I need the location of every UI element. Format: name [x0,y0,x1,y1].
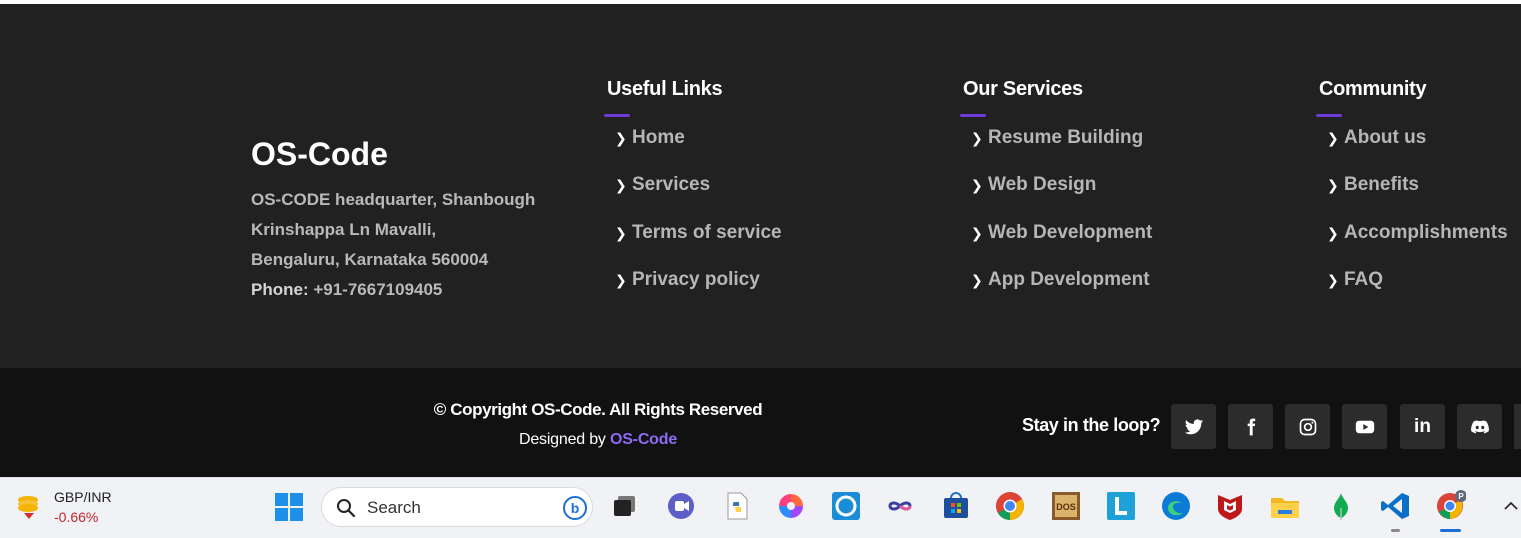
infinity-app-icon[interactable] [884,490,916,522]
app-swirl-icon[interactable] [775,490,807,522]
footer-link-about-us[interactable]: ❯ About us [1327,127,1426,149]
designed-by-link[interactable]: OS-Code [610,431,677,448]
chevron-right-icon: ❯ [1327,129,1339,146]
chevron-right-icon: ❯ [1327,176,1339,193]
file-explorer-icon[interactable] [1269,490,1301,522]
youtube-icon [1355,420,1374,433]
footer-main [0,4,1521,368]
column-title: Useful Links [603,78,723,117]
task-view-icon[interactable] [609,490,641,522]
svg-text:P: P [1458,492,1464,501]
twitter-button[interactable] [1171,404,1216,449]
footer-column-our-services: Our Services ❯ Resume Building ❯ Web Desig… [960,78,1152,290]
svg-text:b: b [571,500,580,516]
alexa-icon[interactable] [830,490,862,522]
facebook-button[interactable] [1228,404,1273,449]
chevron-right-icon: ❯ [1327,271,1339,288]
chevron-right-icon: ❯ [971,129,983,146]
column-title: Community [1315,78,1427,117]
footer-address: OS-CODE headquarter, Shanbough Krinshapp… [251,185,571,305]
stay-in-loop-label: Stay in the loop? [1022,415,1161,435]
linkedin-button[interactable]: in [1400,404,1445,449]
bing-chat-icon[interactable]: b [562,495,588,521]
chevron-right-icon: ❯ [1327,224,1339,241]
chevron-right-icon: ❯ [971,176,983,193]
ticker-name: GBP/INR [54,489,112,505]
chrome-icon[interactable] [994,490,1026,522]
footer-column-community: Community ❯ About us ❯ Benefits ❯ Accomplis… [1315,78,1508,290]
chevron-right-icon: ❯ [615,176,627,193]
footer-link-resume-building[interactable]: ❯ Resume Building [971,127,1143,149]
python-file-icon[interactable] [721,490,753,522]
discord-icon [1470,419,1489,433]
address-line: Krinshappa Ln Mavalli, [251,220,437,239]
phone-label: Phone: [251,280,309,299]
dosbox-icon[interactable]: DOS [1050,490,1082,522]
chrome-active-indicator [1440,529,1461,532]
mongodb-icon[interactable] [1325,490,1357,522]
edge-icon[interactable] [1160,490,1192,522]
youtube-button[interactable] [1342,404,1387,449]
instagram-icon [1299,418,1316,435]
chevron-right-icon: ❯ [615,271,627,288]
linkedin-icon: in [1414,415,1431,437]
facebook-icon [1247,418,1255,435]
copyright-text: © Copyright OS-Code. All Rights Reserved [433,400,763,419]
discord-button[interactable] [1457,404,1502,449]
footer-link-web-development[interactable]: ❯ Web Development [971,222,1152,244]
l-app-icon[interactable] [1105,490,1137,522]
mcafee-icon[interactable] [1214,490,1246,522]
instagram-button[interactable] [1285,404,1330,449]
show-hidden-icons-chevron-up-icon[interactable] [1503,498,1519,514]
footer-link-home[interactable]: ❯ Home [615,127,685,149]
currency-widget-icon[interactable] [14,490,46,522]
ticker-change: -0.66% [54,509,99,525]
phone-line: Phone: +91-7667109405 [251,275,571,305]
footer-link-faq[interactable]: ❯ FAQ [1327,269,1383,291]
footer-link-services[interactable]: ❯ Services [615,174,710,196]
teams-chat-icon[interactable] [665,490,697,522]
chevron-right-icon: ❯ [971,271,983,288]
chevron-right-icon: ❯ [615,129,627,146]
chevron-right-icon: ❯ [971,224,983,241]
search-icon [337,499,356,518]
footer-link-benefits[interactable]: ❯ Benefits [1327,174,1419,196]
address-line: OS-CODE headquarter, Shanbough [251,190,536,209]
chrome-profile-icon[interactable]: P [1434,490,1466,522]
footer-brand-title: OS-Code [251,136,388,172]
social-overflow-edge [1514,404,1521,449]
vscode-icon[interactable] [1380,490,1412,522]
twitter-icon [1184,418,1203,434]
footer-link-terms[interactable]: ❯ Terms of service [615,222,782,244]
taskbar-search-box[interactable]: Search b [321,487,593,527]
windows-start-icon[interactable] [274,492,304,522]
phone-number[interactable]: +91-7667109405 [313,280,442,299]
designed-by-prefix: Designed by [518,431,606,448]
microsoft-store-icon[interactable] [940,490,972,522]
footer-link-privacy[interactable]: ❯ Privacy policy [615,269,760,291]
footer-column-useful-links: Useful Links ❯ Home ❯ Services ❯ Terms of s… [603,78,782,290]
footer-link-app-development[interactable]: ❯ App Development [971,269,1150,291]
search-label: Search [367,498,421,517]
svg-text:DOS: DOS [1056,502,1076,512]
column-title: Our Services [960,78,1083,117]
address-line: Bengaluru, Karnataka 560004 [251,250,489,269]
chevron-right-icon: ❯ [615,224,627,241]
footer-link-accomplishments[interactable]: ❯ Accomplishments [1327,222,1508,244]
vscode-running-indicator [1391,529,1400,532]
designed-by: Designed by OS-Code [427,431,769,449]
footer-link-web-design[interactable]: ❯ Web Design [971,174,1096,196]
